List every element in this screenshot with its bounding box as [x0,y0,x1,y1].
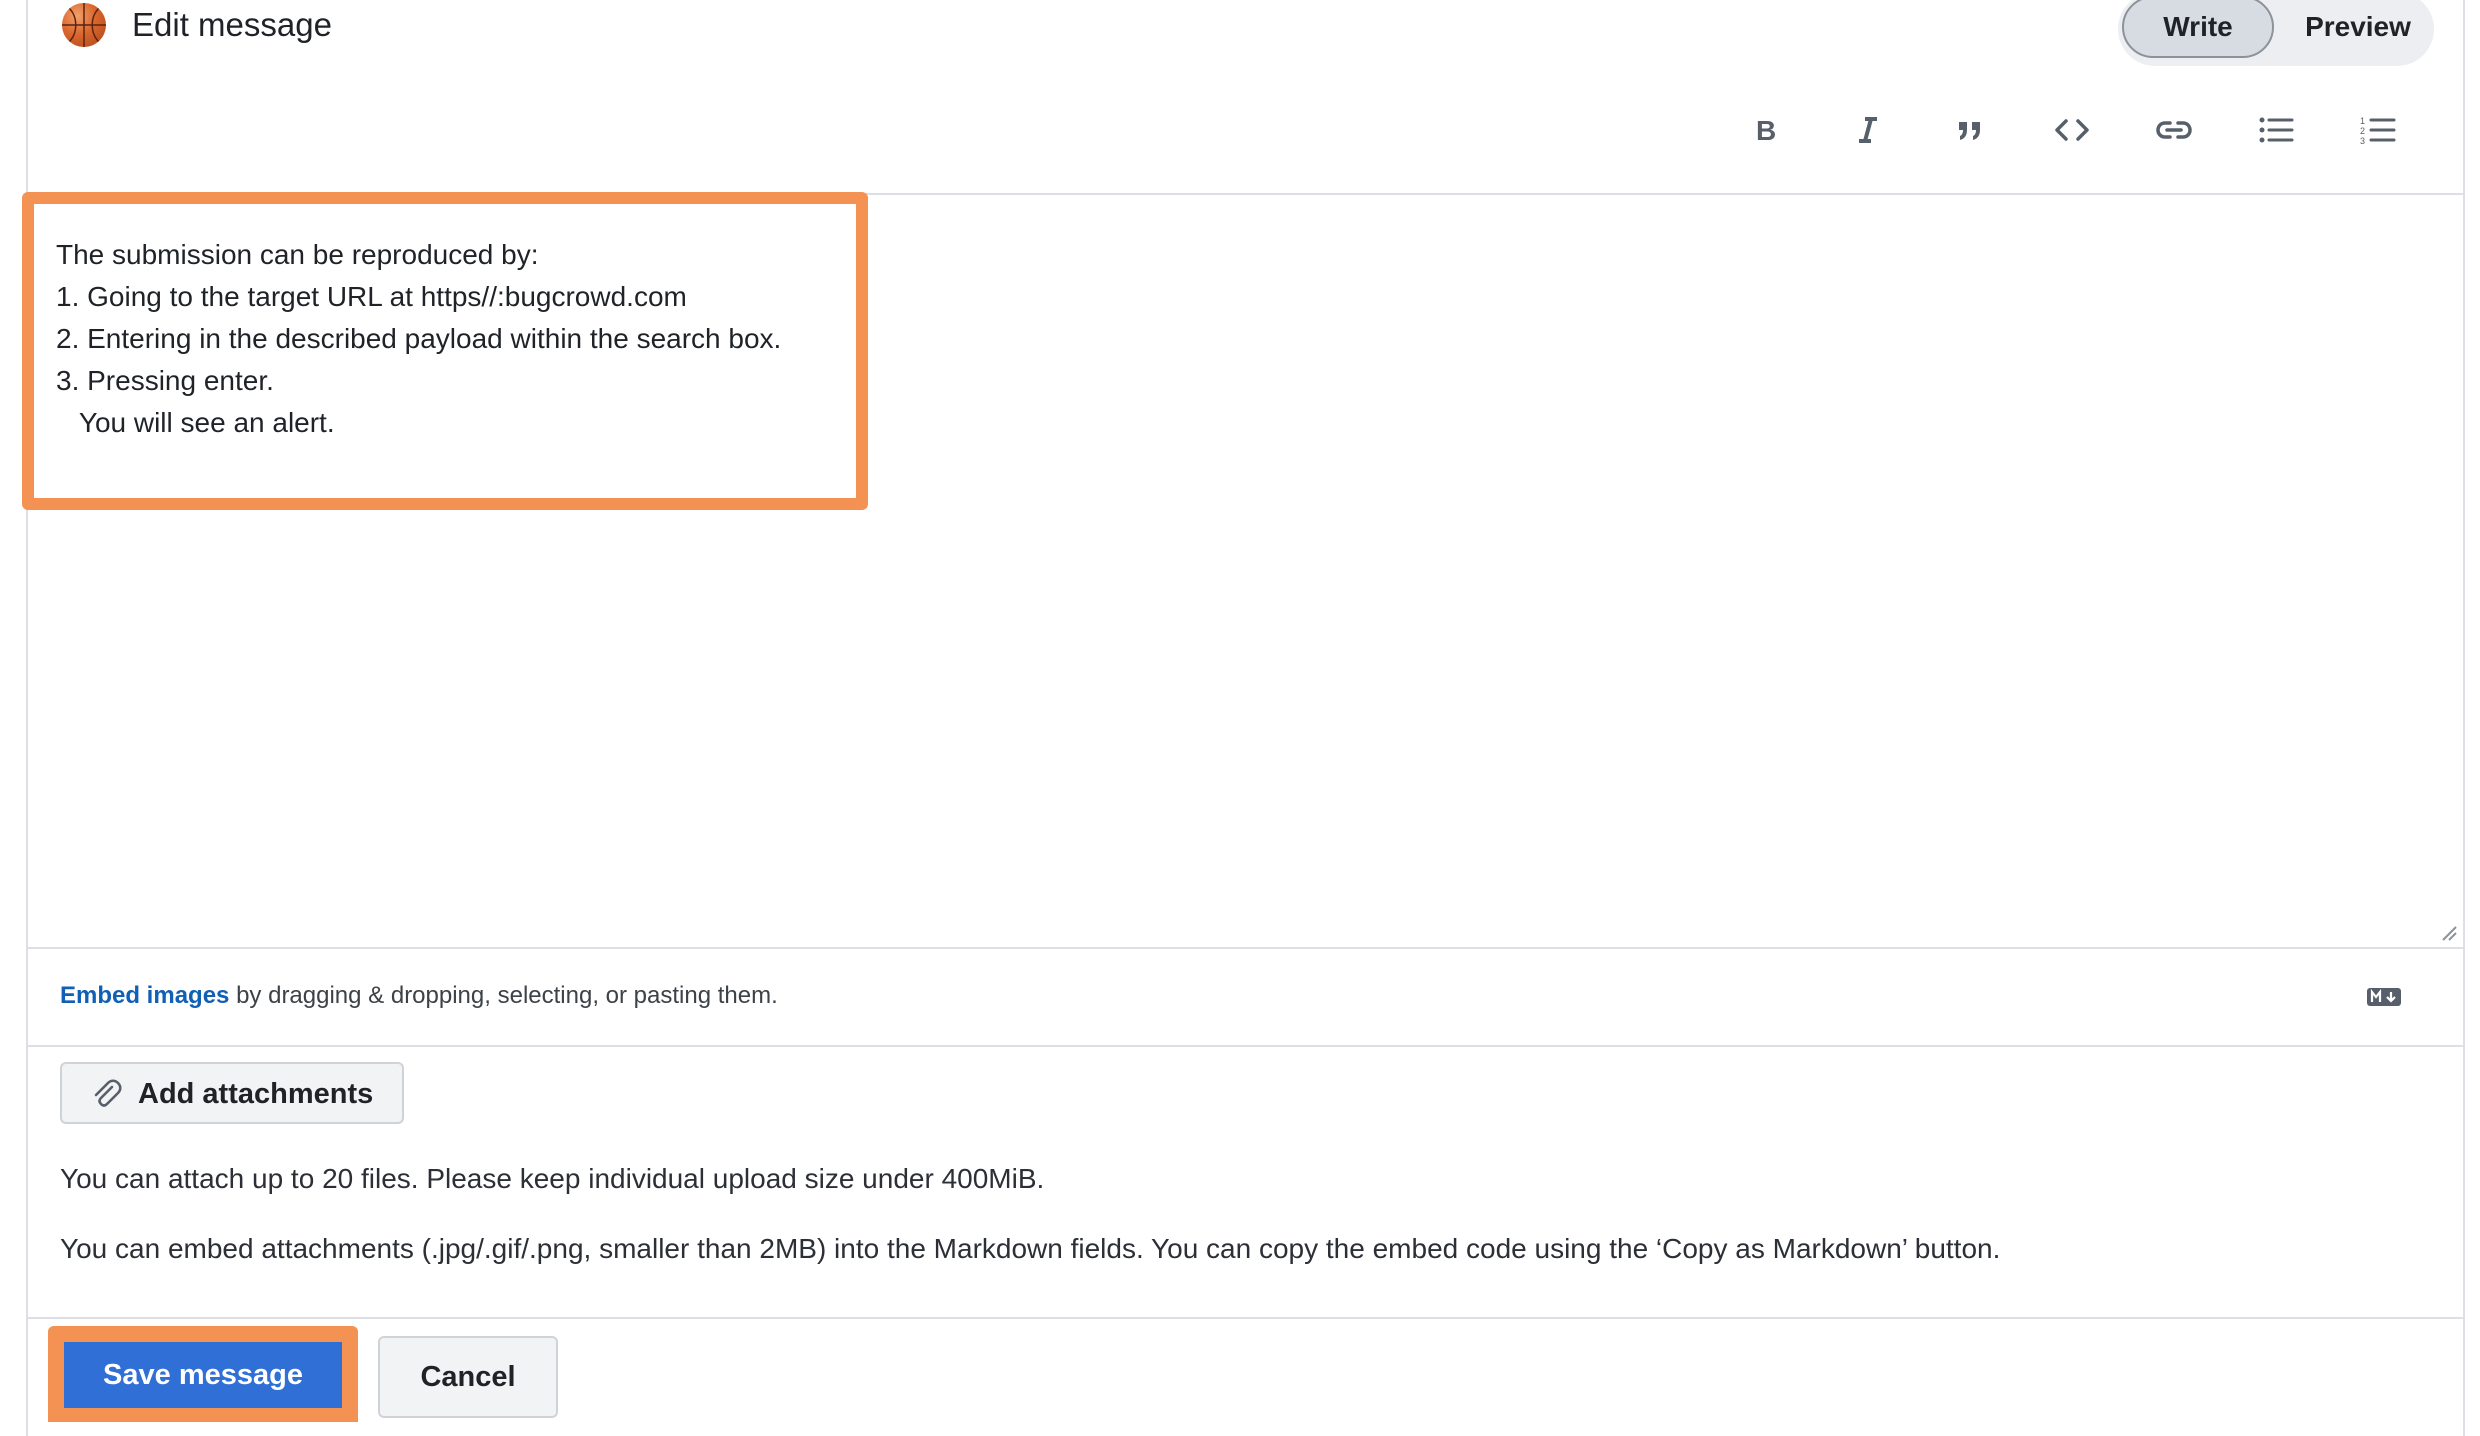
numbered-list-icon[interactable]: 123 [2350,102,2406,158]
message-line: The submission can be reproduced by: [56,239,539,270]
svg-text:3: 3 [2360,136,2365,145]
actions-divider [28,1317,2463,1319]
svg-text:1: 1 [2360,116,2365,126]
link-icon[interactable] [2146,102,2202,158]
embed-images-hint: Embed images by dragging & dropping, sel… [60,982,778,1010]
add-attachments-label: Add attachments [138,1078,374,1110]
resize-handle-icon[interactable] [2439,923,2457,941]
save-message-button[interactable]: Save message [64,1342,342,1408]
tab-preview[interactable]: Preview [2288,0,2428,58]
attachment-limit-text: You can attach up to 20 files. Please ke… [60,1163,1045,1194]
attachments-divider [28,1045,2463,1047]
markdown-icon[interactable] [2366,985,2402,1009]
message-body: The submission can be reproduced by: 1. G… [56,234,781,444]
code-icon[interactable] [2044,102,2100,158]
attachment-embed-text: You can embed attachments (.jpg/.gif/.pn… [60,1233,2001,1264]
message-line: 1. Going to the target URL at https//:bu… [56,281,687,312]
paperclip-icon [94,1079,122,1107]
write-preview-toggle: Write Preview [2118,0,2434,66]
message-line: 3. Pressing enter. [56,365,274,396]
editor-bottom-divider [28,947,2463,949]
cancel-button[interactable]: Cancel [378,1336,558,1418]
tab-write[interactable]: Write [2122,0,2274,58]
page-title: Edit message [132,6,332,43]
basketball-avatar-icon [62,3,106,47]
italic-icon[interactable] [1840,102,1896,158]
add-attachments-button[interactable]: Add attachments [60,1062,404,1124]
svg-text:2: 2 [2360,126,2365,136]
quote-icon[interactable] [1942,102,1998,158]
bold-icon[interactable]: B [1738,102,1794,158]
embed-images-link[interactable]: Embed images [60,982,229,1009]
message-line: You will see an alert. [56,407,335,438]
svg-text:B: B [1756,116,1776,144]
embed-images-text: by dragging & dropping, selecting, or pa… [229,982,778,1009]
message-line: 2. Entering in the described payload wit… [56,323,782,354]
bulleted-list-icon[interactable] [2248,102,2304,158]
